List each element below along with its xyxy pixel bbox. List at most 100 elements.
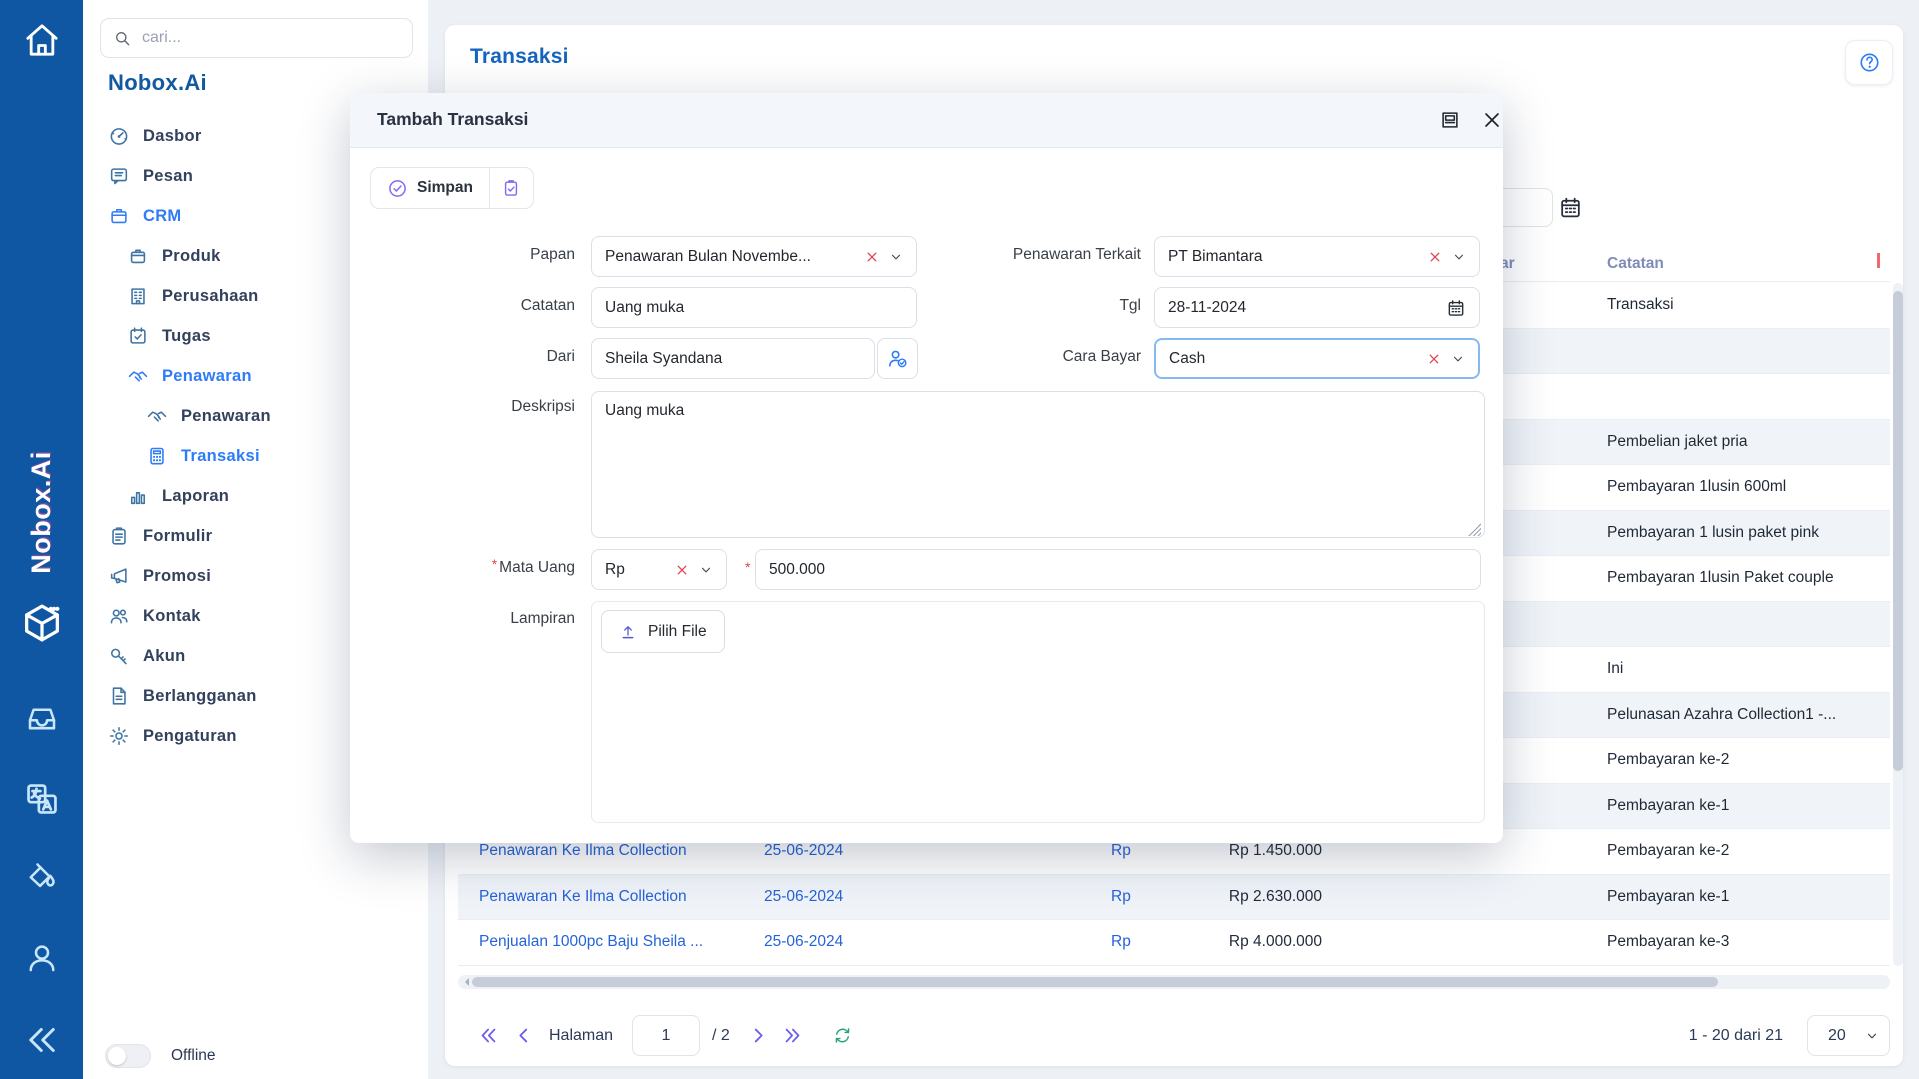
deskripsi-textarea[interactable]: Uang muka [591,391,1485,538]
prev-page-icon[interactable] [514,1026,533,1045]
table-row: Penjualan 1000pc Baju Sheila ...25-06-20… [458,920,1890,966]
home-icon[interactable] [22,20,62,60]
dari-field[interactable] [605,350,861,368]
message-icon [108,165,130,187]
sidebar-item-label: Akun [143,647,185,666]
page-size-select[interactable]: 20 [1807,1015,1890,1056]
row-catatan: Transaksi [1607,296,1674,314]
row-papan-link[interactable]: Penjualan 1000pc Baju Sheila ... [479,933,703,951]
people-icon [108,605,130,627]
sidebar-item-label: Dasbor [143,127,202,146]
collapse-left-icon[interactable] [24,1022,60,1058]
horizontal-scrollbar-thumb[interactable] [472,977,1718,987]
first-page-icon[interactable] [479,1026,498,1045]
row-papan-link[interactable]: Penawaran Ke Ilma Collection [479,842,687,860]
row-bayar: Rp 4.000.000 [1078,933,1322,951]
save-button-label: Simpan [417,179,473,197]
row-papan-link[interactable]: Penawaran Ke Ilma Collection [479,888,687,906]
refresh-icon[interactable] [832,1025,853,1046]
sidebar-item-label: Formulir [143,527,212,546]
question-circle-icon [1858,51,1881,74]
tgl-field[interactable] [1168,299,1446,317]
briefcase-icon [108,205,130,227]
row-catatan: Pembayaran 1 lusin paket pink [1607,524,1819,542]
next-page-icon[interactable] [749,1026,768,1045]
chevron-down-icon[interactable] [889,250,903,264]
catatan-field[interactable] [605,299,903,317]
chart-icon [127,485,149,507]
translate-icon[interactable] [23,780,61,818]
calendar-filter-icon[interactable] [1558,195,1583,220]
offline-toggle[interactable] [105,1044,151,1068]
page-size-value: 20 [1828,1027,1846,1045]
rail-brand-text: Nobox.Ai [26,451,57,574]
megaphone-icon [108,565,130,587]
popup-window-icon[interactable] [1439,109,1461,131]
lampiran-label: Lampiran [375,610,575,628]
sidebar-item-label: Penawaran [162,367,252,386]
sidebar-search[interactable] [100,18,413,58]
calendar-icon[interactable] [1446,298,1466,318]
gear-icon [108,725,130,747]
deskripsi-label: Deskripsi [375,398,575,416]
inbox-icon[interactable] [24,700,60,736]
select-contact-button[interactable] [877,338,918,379]
penawaran-terkait-label: Penawaran Terkait [941,246,1141,264]
vertical-scrollbar [1893,283,1903,966]
chevron-down-icon[interactable] [699,563,713,577]
clear-x-icon[interactable] [1428,250,1442,264]
row-bayar: Rp 1.450.000 [1078,842,1322,860]
search-input[interactable] [142,29,400,47]
papan-label: Papan [375,246,575,264]
pilih-file-button[interactable]: Pilih File [601,610,725,653]
clear-x-icon[interactable] [865,250,879,264]
column-header-catatan[interactable]: Catatan [1607,255,1664,273]
cube-logo-icon[interactable] [19,600,65,646]
building-icon [127,285,149,307]
dashboard-icon [108,125,130,147]
help-button[interactable] [1845,40,1893,85]
handshake-icon [146,405,168,427]
row-bayar: Rp 2.630.000 [1078,888,1322,906]
tgl-field-wrap [1154,287,1480,328]
key-icon [108,645,130,667]
penawaran-terkait-select[interactable]: PT Bimantara [1154,236,1480,277]
sidebar-item-label: Laporan [162,487,229,506]
penawaran-terkait-value: PT Bimantara [1168,248,1422,266]
cara-bayar-select[interactable]: Cash [1154,338,1480,379]
vertical-scrollbar-thumb[interactable] [1893,291,1903,771]
rail-brand: Nobox.Ai [0,428,83,596]
page-number-input[interactable] [632,1015,700,1056]
clear-x-icon[interactable] [675,563,689,577]
table-row: Penawaran Ke Ilma Collection25-06-2024Rp… [458,875,1890,921]
sidebar-item-label: Produk [162,247,221,266]
calculator-icon [146,445,168,467]
chevron-down-icon[interactable] [1451,352,1465,366]
paint-icon[interactable] [24,860,60,896]
dari-field-wrap [591,338,875,379]
sidebar-item-label: Promosi [143,567,211,586]
last-page-icon[interactable] [783,1026,802,1045]
page-total: / 2 [712,1027,730,1045]
clear-x-icon[interactable] [1427,352,1441,366]
save-alt-button[interactable] [489,168,533,208]
pagination-label: Halaman [549,1027,613,1045]
sidebar-item-label: Transaksi [181,447,260,466]
papan-select[interactable]: Penawaran Bulan Novembe... [591,236,917,277]
textarea-resize-grip[interactable] [1468,523,1481,536]
sidebar-item-label: Penawaran [181,407,271,426]
lampiran-dropzone[interactable]: Pilih File [591,601,1485,823]
close-icon[interactable] [1481,109,1503,131]
sidebar-brand: Nobox.Ai [108,70,207,96]
catatan-label: Catatan [375,297,575,315]
user-icon[interactable] [24,940,60,976]
search-icon [113,29,132,48]
row-catatan: Pembayaran 1lusin Paket couple [1607,569,1834,587]
jumlah-field[interactable] [769,561,1467,579]
sidebar-item-label: Berlangganan [143,687,257,706]
chevron-down-icon[interactable] [1452,250,1466,264]
clipboard-check-icon [501,178,521,198]
save-button[interactable]: Simpan [371,168,489,208]
row-catatan: Pembayaran ke-1 [1607,888,1729,906]
mata-uang-select[interactable]: Rp [591,549,727,590]
